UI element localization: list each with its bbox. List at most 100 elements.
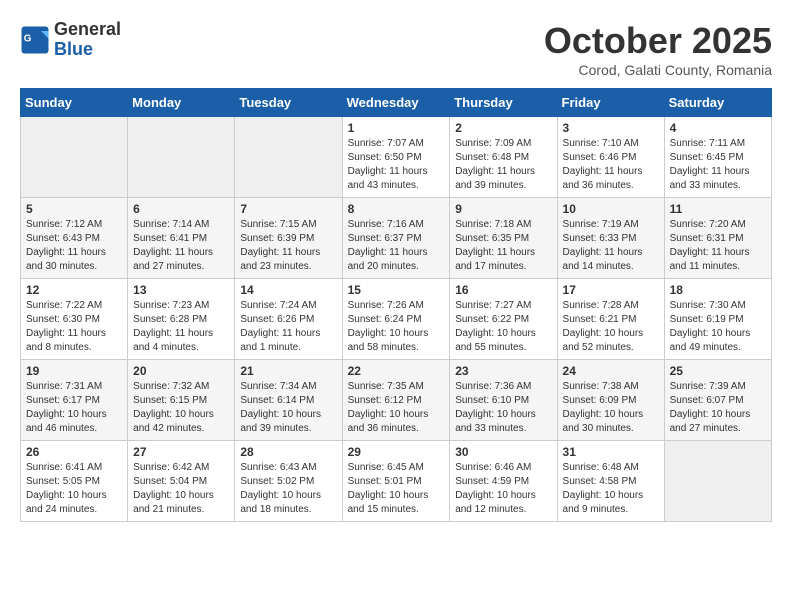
calendar-row-4: 19Sunrise: 7:31 AMSunset: 6:17 PMDayligh… (21, 360, 772, 441)
calendar-cell: 19Sunrise: 7:31 AMSunset: 6:17 PMDayligh… (21, 360, 128, 441)
day-number: 1 (348, 121, 445, 135)
day-number: 23 (455, 364, 551, 378)
calendar-cell: 23 Sunrise: 7:36 AMSunset: 6:10 PMDayligh… (450, 360, 557, 441)
day-info: Sunrise: 7:18 AMSunset: 6:35 PMDaylight:… (455, 218, 551, 274)
calendar-table: SundayMondayTuesdayWednesdayThursdayFrid… (20, 88, 772, 522)
day-info: Sunrise: 7:24 AMSunset: 6:26 PMDaylight:… (240, 299, 336, 355)
svg-text:G: G (24, 33, 32, 44)
calendar-cell: 8Sunrise: 7:16 AMSunset: 6:37 PMDaylight… (342, 198, 450, 279)
day-info: Sunrise: 7:39 AMSunset: 6:07 PMDaylight:… (670, 380, 766, 436)
weekday-header-tuesday: Tuesday (235, 89, 342, 117)
day-info: Sunrise: 6:42 AMSunset: 5:04 PMDaylight:… (133, 461, 229, 517)
day-number: 3 (563, 121, 659, 135)
calendar-cell: 12 Sunrise: 7:22 AMSunset: 6:30 PMDayligh… (21, 279, 128, 360)
logo-icon: G (20, 25, 50, 55)
day-number: 15 (348, 283, 445, 297)
day-number: 4 (670, 121, 766, 135)
day-info: Sunrise: 7:34 AMSunset: 6:14 PMDaylight:… (240, 380, 336, 436)
calendar-cell: 30 Sunrise: 6:46 AMSunset: 4:59 PMDayligh… (450, 441, 557, 522)
day-number: 8 (348, 202, 445, 216)
day-number: 14 (240, 283, 336, 297)
day-info: Sunrise: 7:32 AMSunset: 6:15 PMDaylight:… (133, 380, 229, 436)
day-number: 18 (670, 283, 766, 297)
day-info: Sunrise: 6:48 AMSunset: 4:58 PMDaylight:… (563, 461, 659, 517)
day-number: 13 (133, 283, 229, 297)
weekday-header-friday: Friday (557, 89, 664, 117)
calendar-cell: 6 Sunrise: 7:14 AMSunset: 6:41 PMDaylight… (128, 198, 235, 279)
calendar-cell: 28 Sunrise: 6:43 AMSunset: 5:02 PMDayligh… (235, 441, 342, 522)
day-number: 5 (26, 202, 122, 216)
day-number: 10 (563, 202, 659, 216)
calendar-row-1: 1 Sunrise: 7:07 AMSunset: 6:50 PMDaylight… (21, 117, 772, 198)
weekday-header-monday: Monday (128, 89, 235, 117)
logo-general-text: General (54, 20, 121, 40)
day-info: Sunrise: 6:45 AMSunset: 5:01 PMDaylight:… (348, 461, 445, 517)
day-info: Sunrise: 7:11 AMSunset: 6:45 PMDaylight:… (670, 137, 766, 193)
calendar-cell: 14 Sunrise: 7:24 AMSunset: 6:26 PMDayligh… (235, 279, 342, 360)
calendar-cell: 25 Sunrise: 7:39 AMSunset: 6:07 PMDayligh… (664, 360, 771, 441)
calendar-cell: 5 Sunrise: 7:12 AMSunset: 6:43 PMDaylight… (21, 198, 128, 279)
day-info: Sunrise: 6:46 AMSunset: 4:59 PMDaylight:… (455, 461, 551, 517)
calendar-cell: 13Sunrise: 7:23 AMSunset: 6:28 PMDayligh… (128, 279, 235, 360)
day-number: 25 (670, 364, 766, 378)
calendar-cell (21, 117, 128, 198)
calendar-cell: 17 Sunrise: 7:28 AMSunset: 6:21 PMDayligh… (557, 279, 664, 360)
calendar-cell: 21 Sunrise: 7:34 AMSunset: 6:14 PMDayligh… (235, 360, 342, 441)
day-number: 16 (455, 283, 551, 297)
calendar-cell: 16 Sunrise: 7:27 AMSunset: 6:22 PMDayligh… (450, 279, 557, 360)
day-info: Sunrise: 7:19 AMSunset: 6:33 PMDaylight:… (563, 218, 659, 274)
day-number: 20 (133, 364, 229, 378)
day-info: Sunrise: 6:43 AMSunset: 5:02 PMDaylight:… (240, 461, 336, 517)
day-info: Sunrise: 7:28 AMSunset: 6:21 PMDaylight:… (563, 299, 659, 355)
day-number: 9 (455, 202, 551, 216)
day-info: Sunrise: 7:07 AMSunset: 6:50 PMDaylight:… (348, 137, 445, 193)
day-number: 31 (563, 445, 659, 459)
title-section: October 2025 Corod, Galati County, Roman… (544, 20, 772, 78)
logo: G General Blue (20, 20, 121, 60)
calendar-cell: 10 Sunrise: 7:19 AMSunset: 6:33 PMDayligh… (557, 198, 664, 279)
calendar-cell: 3 Sunrise: 7:10 AMSunset: 6:46 PMDaylight… (557, 117, 664, 198)
day-info: Sunrise: 7:10 AMSunset: 6:46 PMDaylight:… (563, 137, 659, 193)
day-info: Sunrise: 7:38 AMSunset: 6:09 PMDaylight:… (563, 380, 659, 436)
day-info: Sunrise: 7:26 AMSunset: 6:24 PMDaylight:… (348, 299, 445, 355)
calendar-cell: 18Sunrise: 7:30 AMSunset: 6:19 PMDayligh… (664, 279, 771, 360)
day-number: 17 (563, 283, 659, 297)
day-info: Sunrise: 7:22 AMSunset: 6:30 PMDaylight:… (26, 299, 122, 355)
calendar-cell (664, 441, 771, 522)
calendar-row-2: 5 Sunrise: 7:12 AMSunset: 6:43 PMDaylight… (21, 198, 772, 279)
day-number: 30 (455, 445, 551, 459)
day-number: 21 (240, 364, 336, 378)
calendar-cell: 15 Sunrise: 7:26 AMSunset: 6:24 PMDayligh… (342, 279, 450, 360)
weekday-header-row: SundayMondayTuesdayWednesdayThursdayFrid… (21, 89, 772, 117)
weekday-header-thursday: Thursday (450, 89, 557, 117)
calendar-cell: 22Sunrise: 7:35 AMSunset: 6:12 PMDayligh… (342, 360, 450, 441)
day-info: Sunrise: 7:31 AMSunset: 6:17 PMDaylight:… (26, 380, 122, 436)
logo-blue-text: Blue (54, 40, 121, 60)
calendar-row-5: 26Sunrise: 6:41 AMSunset: 5:05 PMDayligh… (21, 441, 772, 522)
calendar-subtitle: Corod, Galati County, Romania (544, 62, 772, 78)
calendar-cell (128, 117, 235, 198)
weekday-header-sunday: Sunday (21, 89, 128, 117)
calendar-cell (235, 117, 342, 198)
calendar-cell: 9 Sunrise: 7:18 AMSunset: 6:35 PMDaylight… (450, 198, 557, 279)
calendar-cell: 24Sunrise: 7:38 AMSunset: 6:09 PMDayligh… (557, 360, 664, 441)
day-info: Sunrise: 7:12 AMSunset: 6:43 PMDaylight:… (26, 218, 122, 274)
calendar-cell: 27Sunrise: 6:42 AMSunset: 5:04 PMDayligh… (128, 441, 235, 522)
day-number: 12 (26, 283, 122, 297)
day-number: 29 (348, 445, 445, 459)
calendar-cell: 20 Sunrise: 7:32 AMSunset: 6:15 PMDayligh… (128, 360, 235, 441)
day-number: 28 (240, 445, 336, 459)
weekday-header-wednesday: Wednesday (342, 89, 450, 117)
day-number: 2 (455, 121, 551, 135)
day-info: Sunrise: 7:14 AMSunset: 6:41 PMDaylight:… (133, 218, 229, 274)
calendar-cell: 31 Sunrise: 6:48 AMSunset: 4:58 PMDayligh… (557, 441, 664, 522)
day-number: 11 (670, 202, 766, 216)
calendar-cell: 1 Sunrise: 7:07 AMSunset: 6:50 PMDaylight… (342, 117, 450, 198)
day-info: Sunrise: 7:27 AMSunset: 6:22 PMDaylight:… (455, 299, 551, 355)
day-number: 6 (133, 202, 229, 216)
calendar-row-3: 12 Sunrise: 7:22 AMSunset: 6:30 PMDayligh… (21, 279, 772, 360)
calendar-title: October 2025 (544, 20, 772, 62)
day-info: Sunrise: 7:36 AMSunset: 6:10 PMDaylight:… (455, 380, 551, 436)
page-header: G General Blue October 2025 Corod, Galat… (20, 20, 772, 78)
calendar-cell: 29 Sunrise: 6:45 AMSunset: 5:01 PMDayligh… (342, 441, 450, 522)
